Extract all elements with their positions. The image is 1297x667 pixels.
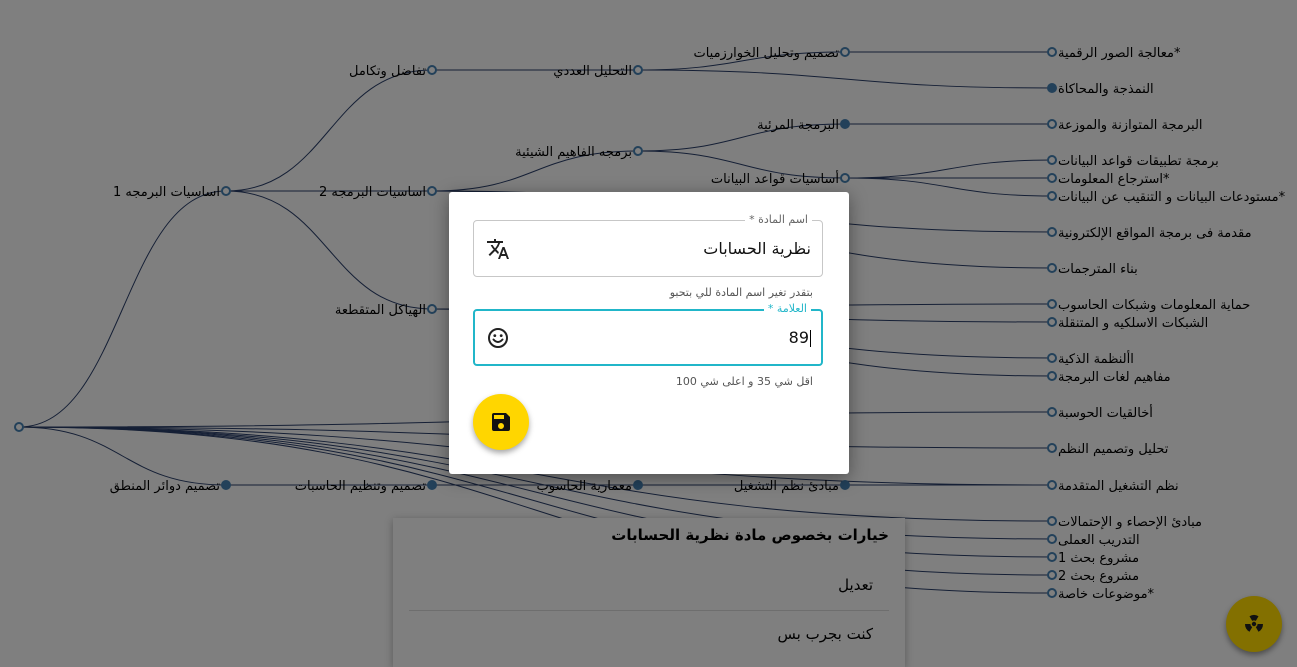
smiley-face-icon [486, 326, 510, 350]
radiation-icon [1245, 614, 1263, 632]
corner-action-button[interactable] [1226, 596, 1282, 652]
save-button[interactable] [473, 394, 529, 450]
course-name-helper: بتقدر تغير اسم المادة للي بتحبو [669, 286, 813, 299]
course-name-value[interactable]: نظرية الحسابات [703, 239, 811, 258]
course-name-field[interactable]: اسم المادة * نظرية الحسابات [473, 213, 823, 277]
grade-value[interactable]: 89 [789, 328, 811, 347]
grade-helper: اقل شي 35 و اعلى شي 100 [675, 375, 813, 388]
translate-icon[interactable] [486, 237, 510, 261]
grade-value-text: 89 [788, 328, 809, 347]
text-caret [810, 330, 811, 347]
grade-label: العلامة * [763, 302, 811, 315]
sheet-overlay [393, 518, 905, 667]
save-icon [492, 413, 510, 431]
grade-field[interactable]: العلامة * 89 [473, 302, 823, 366]
edit-course-dialog: اسم المادة * نظرية الحسابات بتقدر تغير ا… [449, 192, 849, 474]
course-name-label: اسم المادة * [745, 213, 812, 226]
